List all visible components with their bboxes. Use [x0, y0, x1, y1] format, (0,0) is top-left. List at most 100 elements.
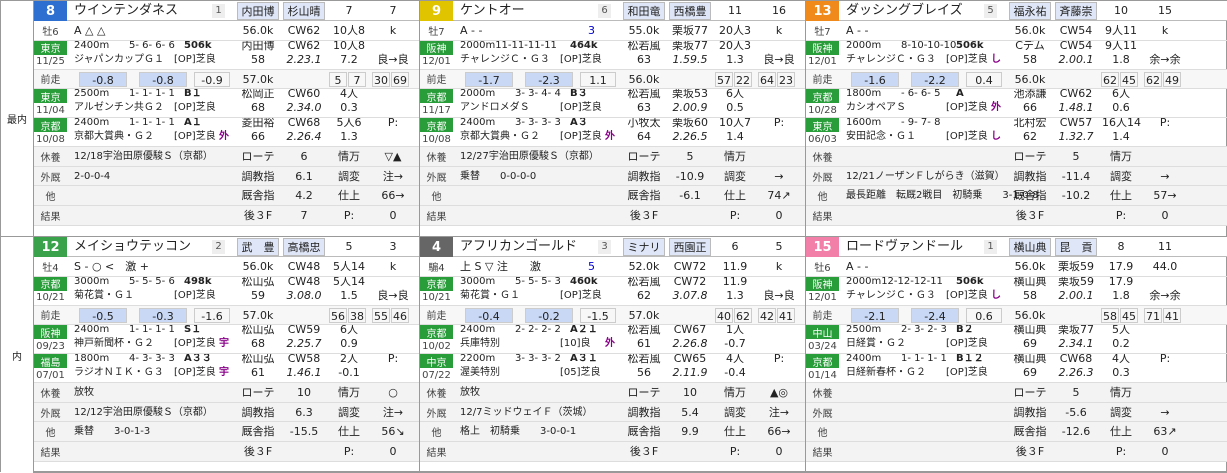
jiko-value: ▽▲	[384, 150, 402, 164]
trainer-name: 昆 貢	[1055, 238, 1097, 256]
race-score: 66	[251, 130, 265, 144]
rest-row-label: 休養	[812, 388, 833, 400]
horse-panel[interactable]: 13 ダッシングブレイズ 5 福永祐 斉藤崇 10 15 牡7 A - - 56.0k CW54 9人…	[806, 1, 1227, 237]
kaiten-value: 0	[389, 444, 397, 458]
other-row-label: 他	[431, 428, 442, 440]
gate-number: 1	[984, 240, 997, 254]
horse-header: 8 ウインテンダネス 1 内田博 杉山晴 7 7	[34, 1, 419, 21]
gaishu-row-label: 外厩	[812, 172, 833, 184]
race-name: チャレンジＣ・Ｇ３	[846, 289, 936, 301]
race-place: 京都	[420, 276, 453, 291]
popularity-value: 7	[345, 4, 353, 17]
trainer-name: 杉山晴	[283, 2, 325, 20]
race-place: 阪神	[806, 40, 839, 55]
result-row: 結果 後３F P: 0	[34, 441, 419, 462]
chokyo-label: 調教指	[241, 169, 275, 183]
horse-number: 4	[420, 237, 453, 257]
prev-n3: 55	[372, 307, 390, 323]
jockey-weight: 56.0k	[242, 24, 274, 37]
rote-label: ローテ	[1013, 386, 1047, 400]
result-row-label: 結果	[812, 211, 833, 223]
sex-age: 騸4	[428, 262, 445, 274]
race-score: 69	[1023, 366, 1037, 380]
horse-header: 4 アフリカンゴールド 3 ミナリ 西園正 6 5	[420, 237, 805, 257]
race-time: 2.26.8	[672, 337, 708, 351]
rest-row-text: 12/18宇治田原優駿Ｓ（京都）	[74, 151, 213, 163]
prev-a: -0.5	[79, 307, 127, 323]
race-class: [OP]芝良	[946, 367, 988, 379]
jockey-name: 和田竜	[623, 2, 665, 20]
prev-c: -0.9	[194, 71, 230, 87]
horse-panel[interactable]: 8 ウインテンダネス 1 内田博 杉山晴 7 7 牡6 A △ △ 56.0k CW62 10人8 k 東…	[34, 1, 420, 237]
race-place: 東京	[34, 40, 67, 55]
race-score: 62	[1023, 130, 1037, 144]
prev-weight: 56.0k	[1014, 308, 1046, 322]
prev-n3: 30	[372, 71, 390, 87]
race-row: 京都 10/02 2400m 2- 2- 2- 2 A２１ 兵庫特別 [10]良外松若風 61…	[420, 325, 805, 355]
race-date: 06/03	[808, 133, 837, 145]
gaishu-row-text: 乗替 0-0-0-0	[460, 170, 537, 182]
race-positions: - 6- 6- 5	[901, 89, 941, 100]
prev-label: 前走	[812, 75, 833, 87]
race-row: 東京 11/04 2500m 1- 1- 1- 1 B１ アルゼンチン共Ｇ２ [OP]芝良松…	[34, 89, 419, 119]
prev-n2: 7	[348, 71, 366, 87]
race-date: 10/08	[422, 133, 451, 145]
race-positions: 5- 5- 5- 6	[129, 276, 175, 287]
hen-value: 注→	[382, 405, 404, 419]
odds-rank-value: 7	[389, 4, 397, 17]
race-time: 1.48.1	[1058, 101, 1094, 115]
chokyo-label: 調教指	[1013, 405, 1047, 419]
race-going: 余→余	[1149, 52, 1181, 66]
race-row: 京都 01/14 2400m 1- 1- 1- 1 B１２ 日経新春杯・Ｇ２ [OP]芝良横…	[806, 354, 1227, 384]
race-name: 日経賞・Ｇ２	[846, 338, 906, 350]
prev-n1: 40	[715, 307, 733, 323]
shiage-value: 74↗	[767, 189, 791, 203]
horse-panel[interactable]: 9 ケントオー 6 和田竜 西橋豊 11 16 牡7 A - -3 55.0k 栗坂77 20人3 k 阪…	[420, 1, 806, 237]
race-distance: 2400m	[74, 40, 110, 51]
prev-weight: 57.0k	[242, 308, 274, 322]
kaiten-value: 0	[1161, 444, 1169, 458]
race-score: 69	[1023, 337, 1037, 351]
race-date: 10/21	[422, 292, 451, 304]
result-row: 結果 後３F P: 0	[420, 205, 805, 226]
race-class: [OP]芝良	[174, 338, 216, 350]
race-score: 66	[1023, 101, 1037, 115]
shiage-label: 仕上	[1110, 189, 1132, 203]
prev-n3: 64	[758, 71, 776, 87]
kyusha-label: 厩舎指	[627, 189, 661, 203]
marks-row: 牡7 A - - 56.0k CW54 9人11 k	[806, 21, 1227, 41]
race-row: 阪神 12/01 2000m 8-10-10-10 506k チャレンジＣ・Ｇ３ [OP]芝…	[806, 40, 1227, 70]
race-class: [OP]芝良	[946, 131, 988, 143]
horse-panel[interactable]: 12 メイショウテッコン 2 武 豊高橋忠 5 3 牡4 S - ○ < 激 + 56.0k CW…	[34, 237, 420, 473]
prev-n2: 22	[734, 71, 752, 87]
race-distance: 3000m	[460, 276, 496, 287]
prev-n4: 49	[1163, 71, 1181, 87]
jiko-value	[1146, 383, 1184, 402]
race-positions: 2- 3- 2- 3	[901, 325, 947, 336]
race-place: 京都	[34, 276, 67, 291]
race-name: 兵庫特別	[460, 338, 500, 350]
race-place: 京都	[806, 89, 839, 104]
race-p: P:	[773, 354, 785, 366]
g-value: 44.0	[1152, 260, 1178, 273]
race-date: 07/01	[36, 369, 65, 381]
gate-number: 6	[598, 4, 611, 18]
race-score: 68	[251, 101, 265, 115]
prev-n4: 41	[1163, 307, 1181, 323]
race-name: 日経新春杯・Ｇ２	[846, 367, 926, 379]
hen-value: →	[1160, 405, 1170, 419]
jockey-name: 内田博	[237, 2, 279, 20]
gate-number: 1	[212, 4, 225, 18]
evaluation-marks: A △ △	[74, 24, 106, 37]
race-row: 東京 11/25 2400m 5- 6- 6- 6 506k ジャパンカップＧ１ [OP]芝…	[34, 40, 419, 70]
sex-age: 牡4	[42, 262, 59, 274]
tag-number: 3	[588, 24, 595, 37]
horse-panel[interactable]: 4 アフリカンゴールド 3 ミナリ 西園正 6 5 騸4 上 S ▽ 注 激 5 52.0k CW72…	[420, 237, 806, 473]
race-class: [05]芝良	[560, 367, 601, 379]
hen-label: 調変	[1110, 405, 1132, 419]
kyusha-value: 9.9	[681, 425, 699, 439]
horse-panel[interactable]: 15 ロードヴァンドール 1 横山典昆 貢 8 11 牡6 A - - 56.0k 栗坂59 17.…	[806, 237, 1227, 473]
prev-row: 前走 -1.6 -2.2 0.4 56.0k 62 45 62 49	[806, 69, 1227, 90]
jockey-weight: 56.0k	[1014, 24, 1046, 37]
race-positions: 3- 3- 3- 2	[515, 354, 561, 365]
